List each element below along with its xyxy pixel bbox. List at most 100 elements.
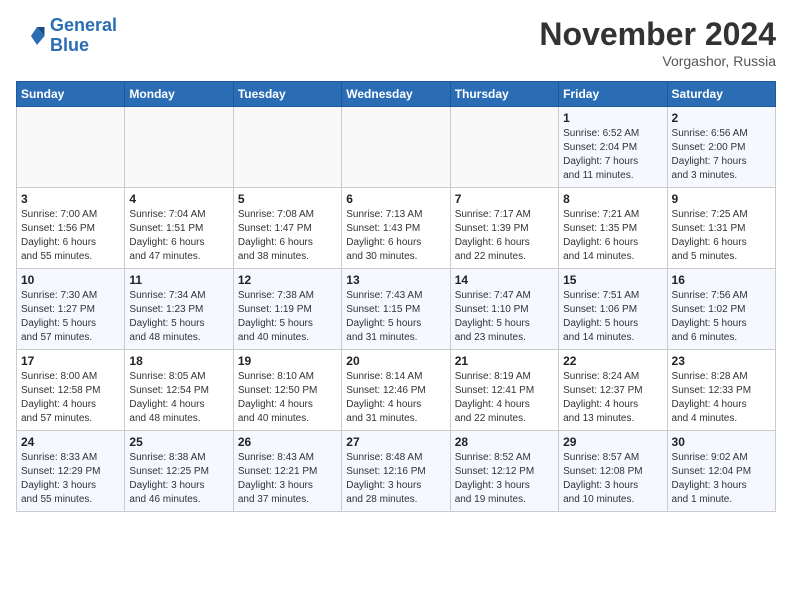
day-number: 3 [21, 192, 120, 206]
day-number: 23 [672, 354, 771, 368]
day-number: 8 [563, 192, 662, 206]
day-info: Sunrise: 7:25 AMSunset: 1:31 PMDaylight:… [672, 208, 771, 264]
calendar-cell: 9 Sunrise: 7:25 AMSunset: 1:31 PMDaylight… [667, 188, 775, 269]
calendar-cell: 1Sunrise: 6:52 AMSunset: 2:04 PMDaylight… [559, 107, 667, 188]
calendar-cell [233, 107, 341, 188]
calendar-body: 1Sunrise: 6:52 AMSunset: 2:04 PMDaylight… [17, 107, 776, 512]
day-info: Sunrise: 8:52 AMSunset: 12:12 PMDaylight… [455, 451, 554, 507]
day-number: 11 [129, 273, 228, 287]
calendar-table: SundayMondayTuesdayWednesdayThursdayFrid… [16, 81, 776, 512]
calendar-cell: 21 Sunrise: 8:19 AMSunset: 12:41 PMDaylig… [450, 350, 558, 431]
calendar-week-5: 24 Sunrise: 8:33 AMSunset: 12:29 PMDaylig… [17, 431, 776, 512]
calendar-cell: 4 Sunrise: 7:04 AMSunset: 1:51 PMDaylight… [125, 188, 233, 269]
day-info: Sunrise: 8:28 AMSunset: 12:33 PMDaylight… [672, 370, 771, 426]
day-info: Sunrise: 7:38 AMSunset: 1:19 PMDaylight:… [238, 289, 337, 345]
calendar-cell: 6 Sunrise: 7:13 AMSunset: 1:43 PMDaylight… [342, 188, 450, 269]
day-number: 24 [21, 435, 120, 449]
calendar-cell: 11 Sunrise: 7:34 AMSunset: 1:23 PMDayligh… [125, 269, 233, 350]
day-number: 16 [672, 273, 771, 287]
calendar-header: SundayMondayTuesdayWednesdayThursdayFrid… [17, 82, 776, 107]
calendar-cell [17, 107, 125, 188]
logo-text: General Blue [50, 16, 117, 56]
weekday-header-friday: Friday [559, 82, 667, 107]
day-info: Sunrise: 8:24 AMSunset: 12:37 PMDaylight… [563, 370, 662, 426]
weekday-header-wednesday: Wednesday [342, 82, 450, 107]
calendar-cell: 20 Sunrise: 8:14 AMSunset: 12:46 PMDaylig… [342, 350, 450, 431]
day-info: Sunrise: 8:19 AMSunset: 12:41 PMDaylight… [455, 370, 554, 426]
day-info: Sunrise: 7:30 AMSunset: 1:27 PMDaylight:… [21, 289, 120, 345]
calendar-cell [125, 107, 233, 188]
day-number: 15 [563, 273, 662, 287]
day-number: 6 [346, 192, 445, 206]
day-info: Sunrise: 7:56 AMSunset: 1:02 PMDaylight:… [672, 289, 771, 345]
calendar-cell: 22 Sunrise: 8:24 AMSunset: 12:37 PMDaylig… [559, 350, 667, 431]
weekday-header-tuesday: Tuesday [233, 82, 341, 107]
calendar-cell: 10 Sunrise: 7:30 AMSunset: 1:27 PMDayligh… [17, 269, 125, 350]
day-info: Sunrise: 7:00 AMSunset: 1:56 PMDaylight:… [21, 208, 120, 264]
day-number: 13 [346, 273, 445, 287]
weekday-row: SundayMondayTuesdayWednesdayThursdayFrid… [17, 82, 776, 107]
weekday-header-saturday: Saturday [667, 82, 775, 107]
day-info: Sunrise: 6:52 AMSunset: 2:04 PMDaylight:… [563, 127, 662, 183]
day-number: 14 [455, 273, 554, 287]
day-info: Sunrise: 7:51 AMSunset: 1:06 PMDaylight:… [563, 289, 662, 345]
logo-line1: General [50, 15, 117, 35]
day-info: Sunrise: 7:04 AMSunset: 1:51 PMDaylight:… [129, 208, 228, 264]
day-info: Sunrise: 9:02 AMSunset: 12:04 PMDaylight… [672, 451, 771, 507]
calendar-week-3: 10 Sunrise: 7:30 AMSunset: 1:27 PMDayligh… [17, 269, 776, 350]
calendar-cell: 15 Sunrise: 7:51 AMSunset: 1:06 PMDayligh… [559, 269, 667, 350]
month-title: November 2024 [539, 16, 776, 53]
calendar-week-1: 1Sunrise: 6:52 AMSunset: 2:04 PMDaylight… [17, 107, 776, 188]
day-info: Sunrise: 7:08 AMSunset: 1:47 PMDaylight:… [238, 208, 337, 264]
day-number: 22 [563, 354, 662, 368]
day-number: 17 [21, 354, 120, 368]
location: Vorgashor, Russia [539, 53, 776, 69]
day-info: Sunrise: 8:14 AMSunset: 12:46 PMDaylight… [346, 370, 445, 426]
day-number: 10 [21, 273, 120, 287]
calendar-cell: 30Sunrise: 9:02 AMSunset: 12:04 PMDaylig… [667, 431, 775, 512]
weekday-header-thursday: Thursday [450, 82, 558, 107]
weekday-header-sunday: Sunday [17, 82, 125, 107]
day-number: 4 [129, 192, 228, 206]
day-number: 5 [238, 192, 337, 206]
calendar-cell: 16 Sunrise: 7:56 AMSunset: 1:02 PMDayligh… [667, 269, 775, 350]
calendar-cell: 28 Sunrise: 8:52 AMSunset: 12:12 PMDaylig… [450, 431, 558, 512]
day-number: 19 [238, 354, 337, 368]
day-info: Sunrise: 8:57 AMSunset: 12:08 PMDaylight… [563, 451, 662, 507]
calendar-cell: 7 Sunrise: 7:17 AMSunset: 1:39 PMDaylight… [450, 188, 558, 269]
logo-line2: Blue [50, 35, 89, 55]
logo: General Blue [16, 16, 117, 56]
calendar-cell: 2Sunrise: 6:56 AMSunset: 2:00 PMDaylight… [667, 107, 775, 188]
day-info: Sunrise: 7:21 AMSunset: 1:35 PMDaylight:… [563, 208, 662, 264]
calendar-cell: 18Sunrise: 8:05 AMSunset: 12:54 PMDaylig… [125, 350, 233, 431]
day-info: Sunrise: 8:33 AMSunset: 12:29 PMDaylight… [21, 451, 120, 507]
day-number: 12 [238, 273, 337, 287]
day-info: Sunrise: 7:13 AMSunset: 1:43 PMDaylight:… [346, 208, 445, 264]
calendar-cell: 13 Sunrise: 7:43 AMSunset: 1:15 PMDayligh… [342, 269, 450, 350]
calendar-cell: 25 Sunrise: 8:38 AMSunset: 12:25 PMDaylig… [125, 431, 233, 512]
day-number: 7 [455, 192, 554, 206]
day-info: Sunrise: 8:10 AMSunset: 12:50 PMDaylight… [238, 370, 337, 426]
day-info: Sunrise: 6:56 AMSunset: 2:00 PMDaylight:… [672, 127, 771, 183]
calendar-cell: 17Sunrise: 8:00 AMSunset: 12:58 PMDaylig… [17, 350, 125, 431]
day-number: 9 [672, 192, 771, 206]
day-number: 25 [129, 435, 228, 449]
day-info: Sunrise: 7:17 AMSunset: 1:39 PMDaylight:… [455, 208, 554, 264]
calendar-cell: 19 Sunrise: 8:10 AMSunset: 12:50 PMDaylig… [233, 350, 341, 431]
day-info: Sunrise: 7:43 AMSunset: 1:15 PMDaylight:… [346, 289, 445, 345]
day-info: Sunrise: 7:47 AMSunset: 1:10 PMDaylight:… [455, 289, 554, 345]
calendar-cell: 12 Sunrise: 7:38 AMSunset: 1:19 PMDayligh… [233, 269, 341, 350]
day-info: Sunrise: 8:38 AMSunset: 12:25 PMDaylight… [129, 451, 228, 507]
calendar-cell: 23 Sunrise: 8:28 AMSunset: 12:33 PMDaylig… [667, 350, 775, 431]
calendar-cell [342, 107, 450, 188]
day-number: 21 [455, 354, 554, 368]
day-info: Sunrise: 8:43 AMSunset: 12:21 PMDaylight… [238, 451, 337, 507]
calendar-cell: 3 Sunrise: 7:00 AMSunset: 1:56 PMDaylight… [17, 188, 125, 269]
day-number: 20 [346, 354, 445, 368]
calendar-cell: 27Sunrise: 8:48 AMSunset: 12:16 PMDaylig… [342, 431, 450, 512]
day-number: 18 [129, 354, 228, 368]
calendar-cell: 26Sunrise: 8:43 AMSunset: 12:21 PMDaylig… [233, 431, 341, 512]
day-info: Sunrise: 7:34 AMSunset: 1:23 PMDaylight:… [129, 289, 228, 345]
calendar-cell: 14 Sunrise: 7:47 AMSunset: 1:10 PMDayligh… [450, 269, 558, 350]
day-number: 28 [455, 435, 554, 449]
